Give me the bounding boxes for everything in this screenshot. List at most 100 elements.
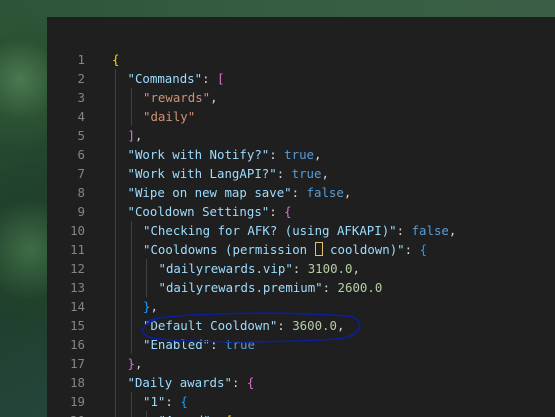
indent-guide	[115, 297, 116, 316]
line-number: 13	[70, 280, 85, 295]
code-token: ,	[150, 299, 158, 314]
code-token: 2600.0	[337, 280, 383, 295]
code-token: :	[277, 318, 293, 333]
code-token: "1"	[143, 394, 166, 409]
indent-guide	[115, 202, 116, 221]
code-line[interactable]: 8 "Wipe on new map save": false,	[47, 183, 555, 202]
code-line[interactable]: 5],	[47, 126, 555, 145]
indent-guide	[115, 335, 116, 354]
indent-guide	[115, 278, 116, 297]
code-line[interactable]: 13 "dailyrewards.premium": 2600.0	[47, 278, 555, 297]
indent-guide	[130, 316, 132, 335]
code-token: "Cooldowns (permission	[143, 242, 315, 257]
code-line[interactable]: 17},	[47, 354, 555, 373]
line-number: 6	[77, 147, 85, 162]
code-token: ,	[336, 318, 345, 333]
indent-guide	[130, 221, 132, 240]
code-line[interactable]: 2 "Commands": [	[47, 69, 555, 88]
code-line[interactable]: 16 "Enabled": true	[47, 335, 555, 354]
line-number: 4	[77, 109, 85, 124]
code-line[interactable]: 3 "rewards",	[47, 88, 555, 107]
line-code: "rewards",	[143, 88, 218, 107]
code-token: "Default Cooldown"	[143, 318, 278, 333]
text-cursor-box	[314, 242, 323, 256]
code-line[interactable]: 14},	[47, 297, 555, 316]
line-code: "Default Cooldown": 3600.0,	[143, 316, 344, 335]
code-token: "Checking for AFK? (using AFKAPI)"	[143, 223, 397, 238]
code-token: {	[112, 52, 120, 67]
indent-guide	[130, 88, 132, 107]
indent-guide	[115, 354, 116, 373]
code-line[interactable]: 10 "Checking for AFK? (using AFKAPI)": fa…	[47, 221, 555, 240]
code-editor[interactable]: 1{2 "Commands": [3 "rewards", 4 "daily" 5], 6 "…	[47, 17, 555, 417]
indent-guide	[130, 259, 132, 278]
code-line[interactable]: 15 "Default Cooldown": 3600.0,	[47, 316, 555, 335]
code-line[interactable]: 19 "1": {	[47, 392, 555, 411]
indent-guide	[146, 278, 147, 297]
code-token: "Work with LangAPI?"	[127, 166, 277, 181]
line-code: "Daily awards": {	[128, 373, 255, 392]
code-token: :	[211, 413, 226, 417]
indent-guide	[130, 240, 132, 259]
code-token: :	[276, 166, 292, 181]
code-token: "Wipe on new map save"	[127, 185, 292, 200]
indent-guide	[115, 392, 116, 411]
code-token: true	[284, 147, 315, 162]
code-line[interactable]: 1{	[47, 50, 555, 69]
line-number: 9	[77, 204, 85, 219]
code-token: "dailyrewards.vip"	[158, 261, 293, 276]
code-token: "dailyrewards.premium"	[158, 280, 323, 295]
indent-guide	[130, 411, 132, 417]
code-line[interactable]: 11 "Cooldowns (permission cooldown)": {	[47, 240, 555, 259]
code-token: false	[411, 223, 449, 238]
code-token: :	[165, 394, 181, 409]
indent-guide	[115, 88, 116, 107]
line-code: "Checking for AFK? (using AFKAPI)": fals…	[143, 221, 456, 240]
line-code: },	[128, 354, 143, 373]
code-line[interactable]: 9 "Cooldown Settings": {	[47, 202, 555, 221]
code-line[interactable]: 20 "Award": [	[47, 411, 555, 417]
code-token: "Cooldown Settings"	[127, 204, 270, 219]
indent-guide	[115, 316, 116, 335]
code-token: :	[269, 204, 285, 219]
indent-guide	[146, 411, 147, 417]
code-token: }	[127, 356, 135, 371]
line-number: 1	[77, 52, 85, 67]
line-code: "Enabled": true	[143, 335, 255, 354]
indent-guide	[115, 164, 116, 183]
code-token: {	[180, 394, 188, 409]
line-number: 8	[77, 185, 85, 200]
code-line[interactable]: 6 "Work with Notify?": true,	[47, 145, 555, 164]
line-code: ],	[128, 126, 143, 145]
code-token: "Commands"	[127, 71, 203, 86]
code-token: :	[202, 71, 218, 86]
line-code: "1": {	[143, 392, 188, 411]
code-token: :	[231, 375, 247, 390]
code-line[interactable]: 12 "dailyrewards.vip": 3100.0,	[47, 259, 555, 278]
code-token: ,	[134, 128, 143, 143]
indent-guide	[115, 69, 116, 88]
indent-guide	[130, 335, 132, 354]
code-token: cooldown)"	[322, 242, 405, 257]
code-line[interactable]: 7 "Work with LangAPI?": true,	[47, 164, 555, 183]
indent-guide	[130, 297, 132, 316]
code-token: true	[225, 337, 255, 352]
code-token: ,	[321, 166, 329, 181]
line-code: "daily"	[143, 107, 195, 126]
code-token: :	[292, 261, 308, 276]
line-code: "Commands": [	[128, 69, 225, 88]
line-number: 17	[70, 356, 85, 371]
code-token: ]	[127, 128, 135, 143]
code-line[interactable]: 18 "Daily awards": {	[47, 373, 555, 392]
code-token: :	[291, 185, 307, 200]
line-number: 19	[70, 394, 85, 409]
code-token: [	[217, 71, 225, 86]
line-number: 7	[77, 166, 85, 181]
line-code: },	[143, 297, 158, 316]
code-token: :	[396, 223, 412, 238]
line-number: 5	[77, 128, 85, 143]
line-number: 2	[77, 71, 85, 86]
code-line[interactable]: 4 "daily"	[47, 107, 555, 126]
desktop-background-top	[0, 0, 555, 18]
indent-guide	[115, 259, 116, 278]
